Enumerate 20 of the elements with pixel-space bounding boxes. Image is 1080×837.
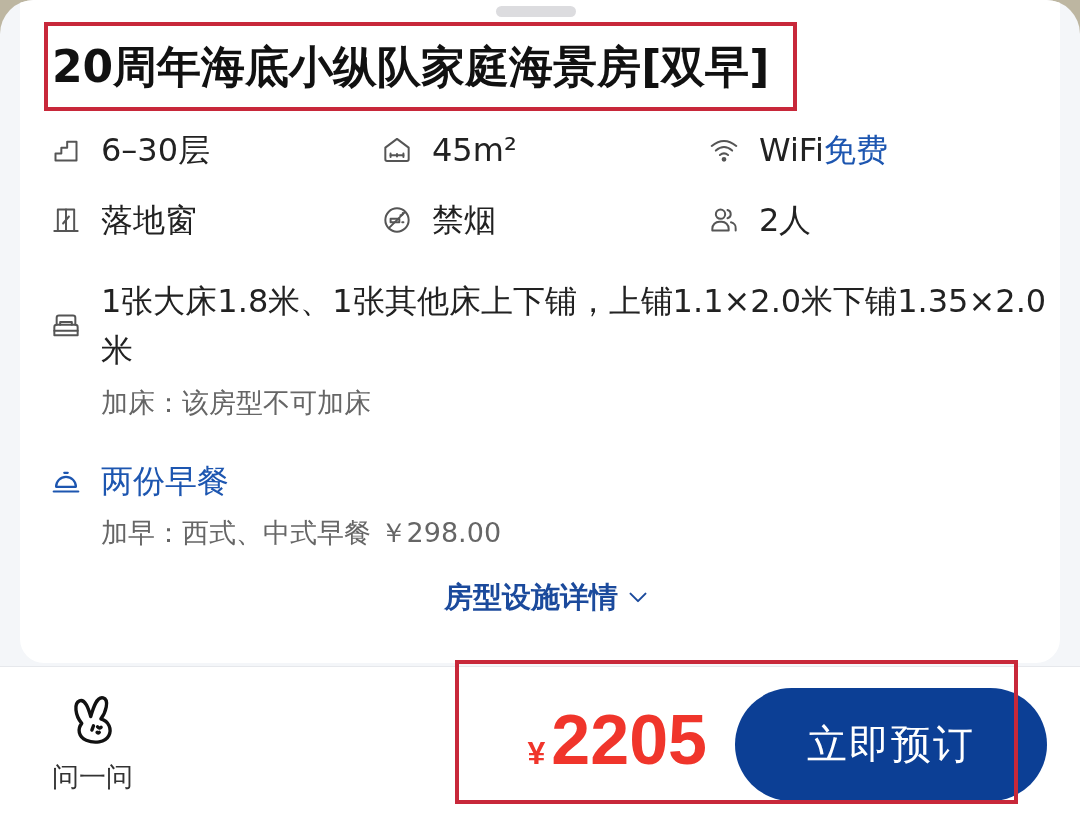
facility-label: 禁烟 [432,200,496,241]
facility-label: 45m² [432,130,517,171]
breakfast-label: 两份早餐 [101,461,229,502]
drag-handle[interactable] [496,6,576,17]
no-smoking-icon [383,206,411,234]
people-icon [710,206,738,234]
house-icon [383,136,411,164]
facility-label: 6–30层 [101,130,211,171]
window-icon [52,206,80,234]
room-title: 20周年海底小纵队家庭海景房[双早] [52,40,770,93]
extra-breakfast-note: 加早：西式、中式早餐 ￥298.00 [100,516,503,550]
price-label: ¥2205 [527,700,707,781]
facility-label: 落地窗 [101,200,197,241]
facility-label: WiFi免费 [759,130,888,171]
ask-button[interactable]: 问一问 [52,693,133,795]
bed-description: 1张大床1.8米、1张其他床上下铺，上铺1.1×2.0米下铺1.35×2.0米 [101,281,1048,371]
book-button[interactable]: 立即预订 [735,688,1047,801]
extra-bed-note: 加床：该房型不可加床 [100,386,372,420]
details-link[interactable]: 房型设施详情 [440,577,652,617]
facility-label: 2人 [759,200,812,241]
